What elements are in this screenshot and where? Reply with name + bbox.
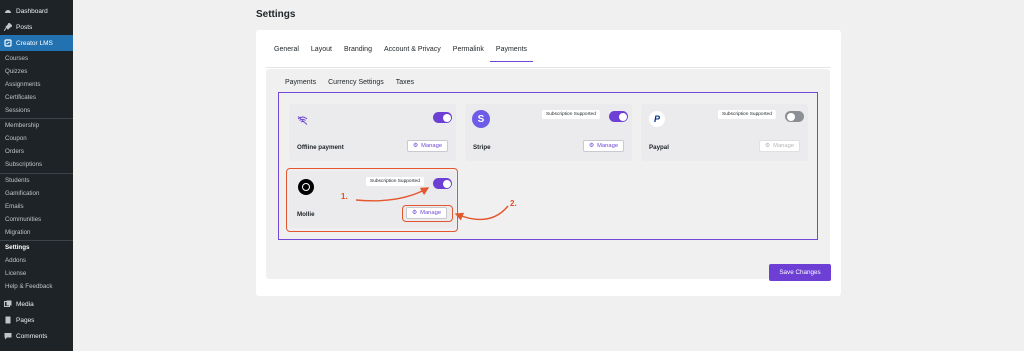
save-changes-button[interactable]: Save Changes xyxy=(769,264,831,281)
annotation-arrow-2 xyxy=(454,205,509,221)
annotation-arrow-1 xyxy=(355,187,430,202)
annotation-arrows xyxy=(355,187,509,221)
